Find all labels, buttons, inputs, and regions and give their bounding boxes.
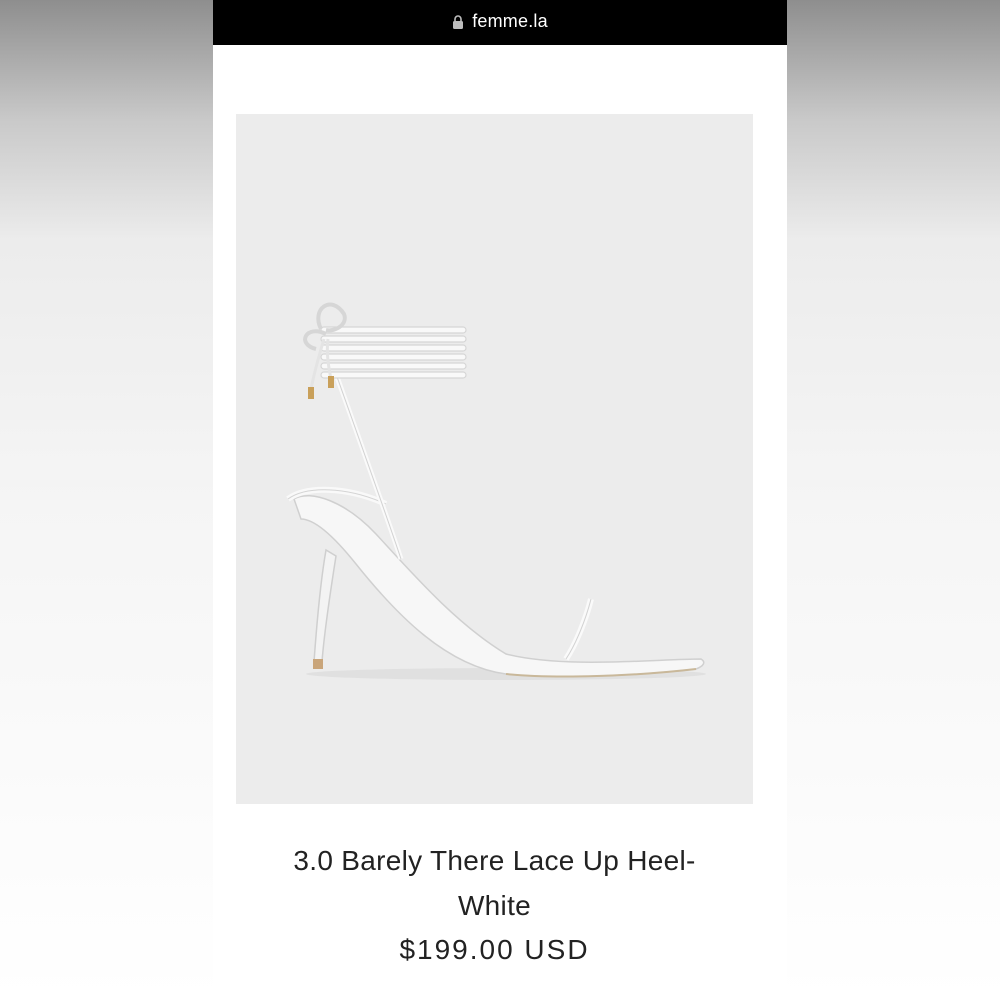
url-text: femme.la [472, 11, 548, 31]
product-title-line-2: White [457, 890, 532, 921]
phone-screen: femme.la 3.0 Barely There Lace Up Heel- … [213, 0, 787, 1000]
heel-illustration [286, 302, 706, 680]
product-price: $199.00 USD [399, 934, 590, 965]
url-display[interactable]: femme.la [452, 11, 548, 32]
product-title[interactable]: 3.0 Barely There Lace Up Heel- White [236, 838, 753, 928]
product-image[interactable] [236, 114, 753, 804]
background-right [787, 0, 1000, 1000]
background-left [0, 0, 213, 1000]
product-title-line-1: 3.0 Barely There Lace Up Heel- [293, 845, 696, 876]
lock-icon [452, 14, 464, 29]
browser-url-bar[interactable]: femme.la [213, 0, 787, 45]
